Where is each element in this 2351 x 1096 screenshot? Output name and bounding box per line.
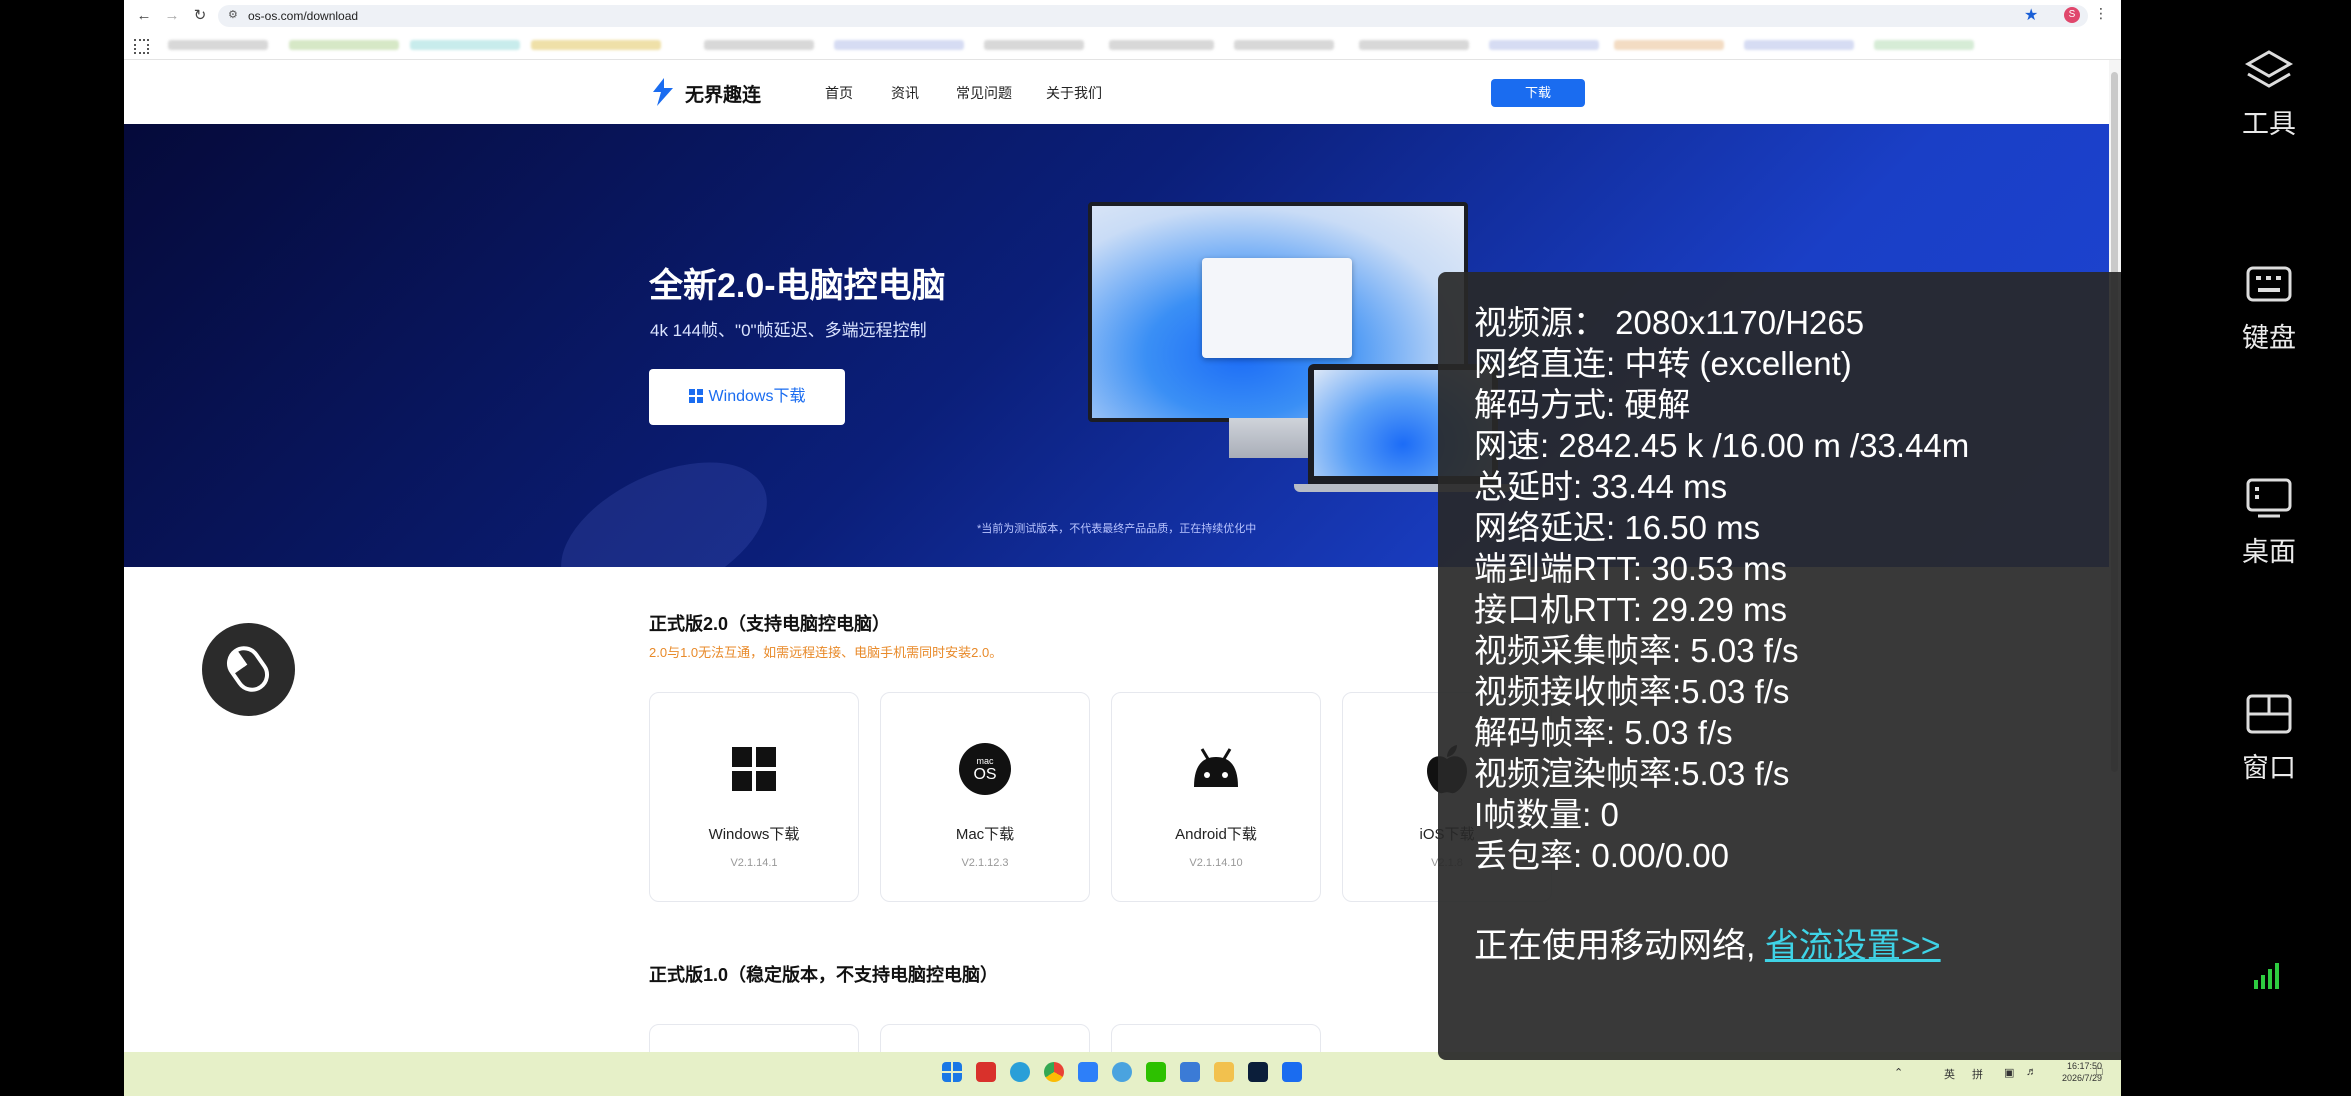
app-icon[interactable] xyxy=(1112,1062,1132,1082)
wps-icon[interactable] xyxy=(976,1062,996,1082)
signal-strength-icon xyxy=(2254,963,2279,989)
network-icon[interactable]: ▣ xyxy=(2004,1066,2014,1079)
nav-home[interactable]: 首页 xyxy=(825,83,853,103)
card-mac-download[interactable]: mac OS Mac下载 V2.1.12.3 xyxy=(880,692,1090,902)
forward-icon[interactable]: → xyxy=(162,6,182,26)
section-v2-title: 正式版2.0（支持电脑控电脑） xyxy=(649,614,891,634)
tray-chevron-icon[interactable]: ⌃ xyxy=(1894,1066,1903,1079)
card-label: Mac下载 xyxy=(955,826,1015,843)
toolbar-keyboard[interactable]: 键盘 xyxy=(2240,262,2298,355)
desktop-icon xyxy=(2246,478,2292,518)
mouse-icon xyxy=(226,646,270,692)
folder-icon[interactable] xyxy=(1214,1062,1234,1082)
card-version: V2.1.14.1 xyxy=(730,857,778,869)
layers-icon xyxy=(2244,50,2294,88)
reload-icon[interactable]: ↻ xyxy=(190,6,210,26)
browser-menu-icon[interactable]: ⋮ xyxy=(2094,5,2108,22)
stream-stats-overlay: 视频源： 2080x1170/H265 网络直连: 中转 (excellent)… xyxy=(1438,272,2121,1060)
bookmark-item[interactable] xyxy=(1359,40,1469,50)
header-download-button[interactable]: 下载 xyxy=(1491,79,1585,107)
bookmarks-bar xyxy=(124,31,2121,60)
bookmark-item[interactable] xyxy=(1744,40,1854,50)
section-v2-note: 2.0与1.0无法互通，如需远程连接、电脑手机需同时安装2.0。 xyxy=(649,645,1003,660)
hero-title: 全新2.0-电脑控电脑 xyxy=(649,267,946,305)
ime-pinyin[interactable]: 拼 xyxy=(1972,1066,1983,1082)
keyboard-icon xyxy=(2246,266,2292,302)
stat-packet-loss: 丢包率: 0.00/0.00 xyxy=(1474,837,1729,874)
svg-text:mac: mac xyxy=(976,756,994,766)
android-icon xyxy=(1194,748,1238,787)
card-version: V2.1.14.10 xyxy=(1189,857,1243,869)
toolbar-label: 键盘 xyxy=(2242,323,2296,353)
apps-grid-icon[interactable] xyxy=(134,39,149,54)
bookmark-item[interactable] xyxy=(531,40,661,50)
bookmark-item[interactable] xyxy=(289,40,399,50)
photoshop-icon[interactable] xyxy=(1248,1062,1268,1082)
bookmark-star-icon[interactable]: ★ xyxy=(2024,5,2038,25)
app-icon[interactable] xyxy=(1180,1062,1200,1082)
windows-icon xyxy=(732,747,776,791)
nav-faq[interactable]: 常见问题 xyxy=(956,83,1012,103)
hero-decor-glow xyxy=(538,433,790,567)
nav-news[interactable]: 资讯 xyxy=(891,83,919,103)
nav-about[interactable]: 关于我们 xyxy=(1046,83,1102,103)
browser-toolbar: ← → ↻ ⚙ os-os.com/download ★ S ⋮ xyxy=(124,0,2121,31)
profile-avatar[interactable]: S xyxy=(2064,7,2080,23)
monitor-stand xyxy=(1229,418,1319,458)
mobile-network-notice: 正在使用移动网络, 省流设置>> xyxy=(1474,918,1941,967)
ime-english[interactable]: 英 xyxy=(1944,1066,1955,1082)
site-header: 无界趣连 首页 资讯 常见问题 关于我们 下载 xyxy=(124,60,2109,124)
hero-button-label: Windows下载 xyxy=(708,388,806,405)
chrome-icon[interactable] xyxy=(1044,1062,1064,1082)
start-icon[interactable] xyxy=(942,1062,962,1082)
bookmark-item[interactable] xyxy=(1109,40,1214,50)
windows-icon xyxy=(688,389,703,403)
mouse-mode-button[interactable] xyxy=(202,623,295,716)
volume-icon[interactable]: ♬ xyxy=(2026,1066,2037,1078)
section-v1-title: 正式版1.0（稳定版本，不支持电脑控电脑） xyxy=(649,965,999,985)
app-icon[interactable] xyxy=(1078,1062,1098,1082)
hero-windows-download-button[interactable]: Windows下载 xyxy=(649,369,845,425)
toolbar-desktop[interactable]: 桌面 xyxy=(2240,476,2298,569)
card-label: Windows下载 xyxy=(708,826,800,843)
window-grid-icon xyxy=(2246,694,2292,734)
card-windows-download[interactable]: Windows下载 V2.1.14.1 xyxy=(649,692,859,902)
card-label: Android下载 xyxy=(1175,826,1257,843)
toolbar-label: 工具 xyxy=(2242,109,2296,139)
card-version: V2.1.12.3 xyxy=(961,857,1009,869)
card-android-download[interactable]: Android下载 V2.1.14.10 xyxy=(1111,692,1321,902)
macos-icon: mac OS xyxy=(959,743,1011,795)
bookmark-item[interactable] xyxy=(1489,40,1599,50)
back-icon[interactable]: ← xyxy=(134,6,154,26)
data-saving-settings-link[interactable]: 省流设置>> xyxy=(1765,927,1941,965)
brand-name[interactable]: 无界趣连 xyxy=(685,80,761,107)
hero-note: *当前为测试版本，不代表最终产品品质，正在持续优化中 xyxy=(977,523,1257,535)
bookmark-item[interactable] xyxy=(168,40,268,50)
brand-logo-icon[interactable] xyxy=(651,78,675,106)
bookmark-item[interactable] xyxy=(1234,40,1334,50)
site-info-icon[interactable]: ⚙ xyxy=(228,8,238,21)
monitor-app-window xyxy=(1202,258,1352,358)
remote-app-icon[interactable] xyxy=(1282,1062,1302,1082)
toolbar-tools[interactable]: 工具 xyxy=(2240,48,2298,141)
notification-icon[interactable]: □ xyxy=(2096,1066,2103,1078)
wechat-icon[interactable] xyxy=(1146,1062,1166,1082)
address-bar[interactable]: ⚙ xyxy=(218,5,2088,27)
toolbar-label: 窗口 xyxy=(2242,753,2296,783)
bookmark-item[interactable] xyxy=(834,40,964,50)
url-text: os-os.com/download xyxy=(248,9,359,23)
bookmark-item[interactable] xyxy=(410,40,520,50)
network-message: 正在使用移动网络, xyxy=(1474,927,1756,965)
toolbar-window[interactable]: 窗口 xyxy=(2240,692,2298,785)
bookmark-item[interactable] xyxy=(1614,40,1724,50)
edge-icon[interactable] xyxy=(1010,1062,1030,1082)
bookmark-item[interactable] xyxy=(984,40,1084,50)
svg-text:OS: OS xyxy=(973,766,996,783)
toolbar-label: 桌面 xyxy=(2242,537,2296,567)
bookmark-item[interactable] xyxy=(704,40,814,50)
bookmark-item[interactable] xyxy=(1874,40,1974,50)
hero-subtitle: 4k 144帧、"0"帧延迟、多端远程控制 xyxy=(650,321,927,340)
